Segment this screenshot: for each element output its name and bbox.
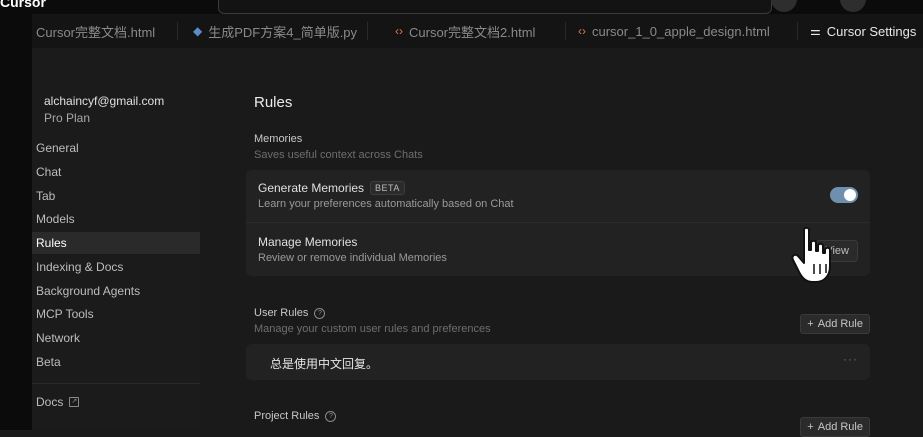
tab-cursor-settings[interactable]: ⚌ Cursor Settings [810,14,916,48]
generate-memories-label: Generate Memories [258,181,365,195]
project-rules-title: Project Rules [254,410,320,422]
user-rule-text: 总是使用中文回复。 [270,357,379,371]
command-search-box[interactable] [218,0,772,14]
sidebar-item-network[interactable]: Network [32,327,200,349]
sidebar-divider [32,383,200,384]
page-title: Rules [254,94,293,111]
tab-label: Cursor Settings [826,23,917,39]
sidebar-item-chat[interactable]: Chat [32,161,200,183]
manage-memories-subtitle: Review or remove individual Memories [258,252,447,264]
add-rule-label: Add Rule [817,318,863,330]
settings-sliders-icon: ⚌ [810,24,821,38]
help-circle-icon[interactable]: ? [325,410,337,422]
user-rule-item[interactable]: 总是使用中文回复。 ··· [246,344,870,380]
generate-memories-subtitle: Learn your preferences automatically bas… [258,198,514,210]
help-circle-icon[interactable]: ? [314,307,326,319]
memories-section-subtitle: Saves useful context across Chats [254,149,423,161]
generate-memories-toggle[interactable] [830,187,858,203]
account-button[interactable] [840,0,866,12]
more-options-icon[interactable]: ··· [843,352,858,366]
sidebar-item-docs[interactable]: Docs ↗ [36,392,80,412]
app-title: Cursor [0,0,46,10]
activity-bar [0,0,32,430]
add-user-rule-button[interactable]: + Add Rule [800,314,870,334]
editor-tab-bar: Cursor完整文档.html ◆ 生成PDF方案4_简单版.py ‹› Cur… [32,14,923,49]
code-file-icon: ‹› [578,24,586,38]
user-rules-subtitle: Manage your custom user rules and prefer… [254,323,491,335]
tab-divider [565,22,566,40]
manage-memories-label: Manage Memories [258,235,358,249]
account-email: alchaincyf@gmail.com [44,94,165,108]
tab-cursor-doc-html[interactable]: Cursor完整文档.html [36,14,155,48]
add-project-rule-button[interactable]: + Add Rule [800,417,870,437]
toggle-knob [844,189,856,201]
card-divider [246,222,870,223]
plus-icon: + [807,318,814,330]
sidebar-item-tab[interactable]: Tab [32,185,200,207]
tab-label: Cursor完整文档2.html [409,24,536,40]
user-rules-section-title: User Rules ? [254,307,326,319]
tab-label: cursor_1_0_apple_design.html [592,23,770,39]
tab-label: 生成PDF方案4_简单版.py [208,24,358,40]
generate-memories-title: Generate Memories BETA [258,181,405,195]
sidebar-item-indexing-docs[interactable]: Indexing & Docs [32,256,200,278]
account-plan: Pro Plan [44,111,91,125]
sidebar-item-mcp-tools[interactable]: MCP Tools [32,303,200,325]
tab-pdf-python[interactable]: ◆ 生成PDF方案4_简单版.py [193,14,357,48]
sidebar-item-background-agents[interactable]: Background Agents [32,280,200,302]
external-link-icon: ↗ [69,397,80,407]
add-rule-label: Add Rule [817,421,863,433]
memories-section-title: Memories [254,133,302,145]
manage-memories-title: Manage Memories [258,235,357,249]
tab-divider [797,22,798,40]
tab-cursor-doc2-html[interactable]: ‹› Cursor完整文档2.html [395,14,535,48]
pointer-hand-cursor-icon [791,226,831,283]
tab-divider [177,22,178,40]
project-rules-section-title: Project Rules ? [254,410,337,422]
sidebar-item-models[interactable]: Models [32,208,200,230]
memories-card: Generate Memories BETA Learn your prefer… [246,170,870,276]
python-file-icon: ◆ [193,24,203,38]
tab-apple-design-html[interactable]: ‹› cursor_1_0_apple_design.html [578,14,770,48]
docs-label: Docs [36,395,64,409]
beta-badge: BETA [370,181,405,195]
sidebar-item-general[interactable]: General [32,137,200,159]
tab-label: Cursor完整文档.html [36,24,156,40]
layout-toggle-button[interactable] [771,0,797,12]
memories-title: Memories [254,133,303,145]
settings-sidebar: alchaincyf@gmail.com Pro Plan General Ch… [32,48,200,430]
sidebar-item-rules[interactable]: Rules [32,232,200,254]
code-file-icon: ‹› [395,24,403,38]
sidebar-item-beta[interactable]: Beta [32,351,200,373]
user-rules-title: User Rules [254,307,309,319]
tab-divider [367,22,368,40]
title-bar: Cursor [0,0,923,14]
plus-icon: + [807,421,814,433]
